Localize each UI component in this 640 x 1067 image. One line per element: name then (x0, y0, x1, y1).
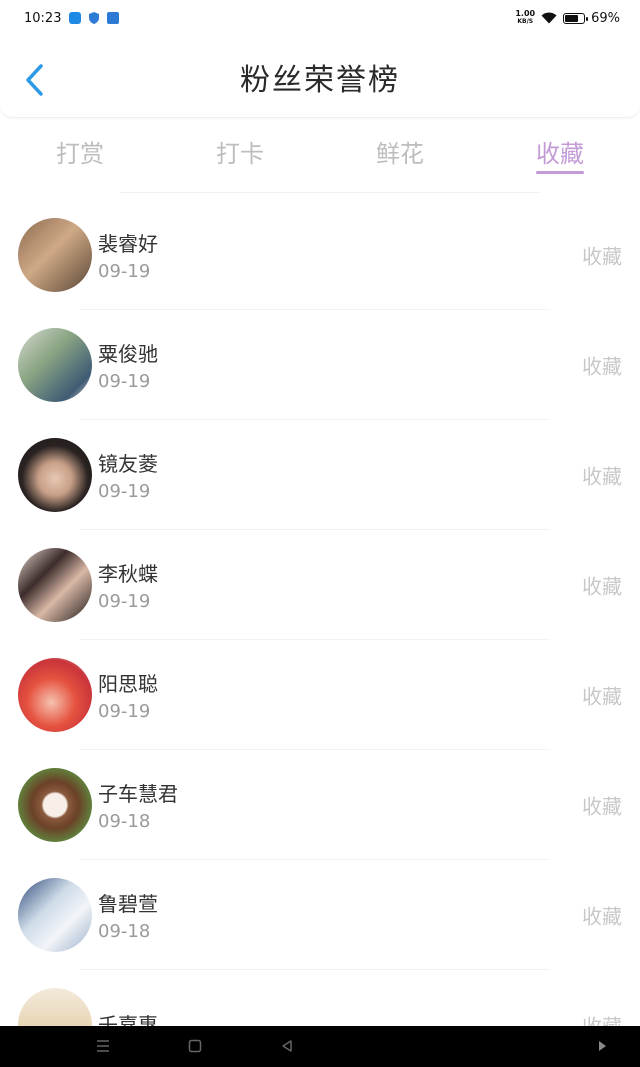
avatar (18, 438, 92, 512)
tab-label: 打卡 (216, 139, 264, 168)
fan-date: 09-18 (98, 921, 151, 942)
fan-name: 鲁碧萱 (98, 892, 158, 916)
network-speed-value: 1.00 (515, 9, 536, 18)
category-tabs: 打赏 打卡 鲜花 收藏 (0, 118, 640, 180)
active-tab-indicator (536, 171, 584, 174)
list-item[interactable]: 鲁碧萱 09-18 收藏 (0, 860, 640, 970)
fan-name: 镜友菱 (98, 452, 158, 476)
battery-level-fill (565, 14, 578, 22)
shield-notification-icon (89, 12, 100, 24)
home-square-icon (188, 1039, 202, 1053)
fan-name: 壬嘉惠 (98, 1012, 158, 1027)
list-item[interactable]: 阳思聪 09-19 收藏 (0, 640, 640, 750)
tabs-divider (120, 192, 540, 193)
item-text: 裴睿好 09-19 (98, 228, 158, 282)
list-item[interactable]: 壬嘉惠 收藏 (0, 970, 640, 1026)
item-text: 李秋蝶 09-19 (98, 558, 158, 612)
fan-action-label: 收藏 (582, 464, 622, 489)
fan-name: 粟俊驰 (98, 342, 158, 366)
tab-label: 鲜花 (376, 139, 424, 168)
fan-date: 09-19 (98, 481, 151, 502)
fan-action-label: 收藏 (582, 794, 622, 819)
app-header: 粉丝荣誉榜 (0, 36, 640, 118)
tab-0[interactable]: 打赏 (0, 118, 160, 180)
system-navigation-bar (0, 1026, 640, 1067)
item-text: 子车慧君 09-18 (98, 778, 178, 832)
expand-nav-button[interactable] (594, 1038, 610, 1054)
fan-action-label: 收藏 (582, 574, 622, 599)
security-notification-icon (107, 12, 120, 24)
battery-percent: 69% (591, 10, 620, 26)
avatar (18, 768, 92, 842)
item-text: 镜友菱 09-19 (98, 448, 158, 502)
home-button[interactable] (187, 1038, 203, 1054)
fan-name: 裴睿好 (98, 232, 158, 256)
fan-date: 09-19 (98, 261, 151, 282)
triangle-back-icon (282, 1040, 292, 1052)
tab-2[interactable]: 鲜花 (320, 118, 480, 180)
menu-button[interactable] (95, 1038, 111, 1054)
list-item[interactable]: 子车慧君 09-18 收藏 (0, 750, 640, 860)
tab-3[interactable]: 收藏 (480, 118, 640, 180)
fan-date: 09-19 (98, 591, 151, 612)
status-time: 10:23 (24, 10, 62, 26)
fan-action-label: 收藏 (582, 354, 622, 379)
network-speed-unit: KB/S (517, 18, 534, 25)
wifi-icon (541, 12, 557, 24)
avatar (18, 548, 92, 622)
tab-1[interactable]: 打卡 (160, 118, 320, 180)
network-speed: 1.00 KB/S (515, 10, 535, 26)
fan-name: 阳思聪 (98, 672, 158, 696)
menu-icon (97, 1040, 109, 1052)
item-text: 粟俊驰 09-19 (98, 338, 158, 392)
fan-action-label: 收藏 (582, 904, 622, 929)
chevron-left-icon (26, 64, 43, 96)
list-item[interactable]: 李秋蝶 09-19 收藏 (0, 530, 640, 640)
list-item[interactable]: 粟俊驰 09-19 收藏 (0, 310, 640, 420)
tab-label: 打赏 (56, 139, 104, 168)
item-text: 壬嘉惠 (98, 1009, 158, 1027)
item-text: 阳思聪 09-19 (98, 668, 158, 722)
list-item[interactable]: 镜友菱 09-19 收藏 (0, 420, 640, 530)
avatar (18, 218, 92, 292)
item-text: 鲁碧萱 09-18 (98, 888, 158, 942)
list-item[interactable]: 裴睿好 09-19 收藏 (0, 200, 640, 310)
avatar (18, 988, 92, 1026)
back-nav-button[interactable] (279, 1038, 295, 1054)
avatar (18, 328, 92, 402)
fan-action-label: 收藏 (582, 1011, 622, 1027)
status-bar: 10:23 1.00 KB/S 69% (0, 0, 640, 36)
fan-action-label: 收藏 (582, 244, 622, 269)
fan-date: 09-19 (98, 371, 151, 392)
fan-ranking-list: 裴睿好 09-19 收藏 粟俊驰 09-19 收藏 镜友菱 09-19 收藏 李秋蝶 09-19 收藏… (0, 200, 640, 1026)
tab-label: 收藏 (536, 139, 584, 168)
avatar (18, 658, 92, 732)
play-arrow-icon (599, 1041, 606, 1051)
fan-date: 09-18 (98, 811, 151, 832)
battery-icon (563, 12, 589, 24)
app-notification-icon (69, 12, 82, 24)
status-left: 10:23 (24, 10, 120, 26)
fan-name: 李秋蝶 (98, 562, 158, 586)
back-button[interactable] (18, 60, 50, 100)
fan-action-label: 收藏 (582, 684, 622, 709)
fan-name: 子车慧君 (98, 782, 178, 806)
page-title: 粉丝荣誉榜 (240, 62, 400, 98)
app-screen: 10:23 1.00 KB/S 69% 粉丝荣誉榜 打赏 打卡 鲜花 收藏 裴睿… (0, 0, 640, 1067)
avatar (18, 878, 92, 952)
status-right: 1.00 KB/S 69% (515, 10, 620, 26)
fan-date: 09-19 (98, 701, 151, 722)
